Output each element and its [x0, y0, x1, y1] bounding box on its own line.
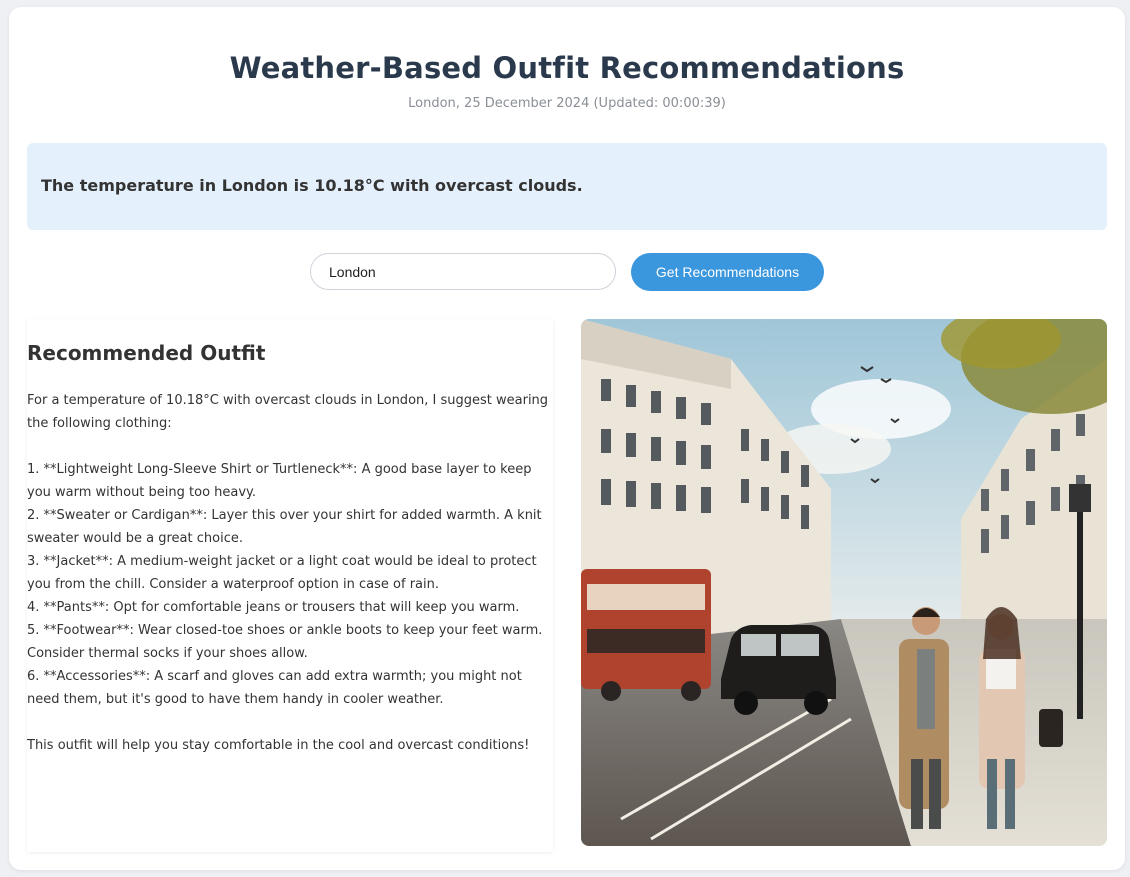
get-recommendations-button[interactable]: Get Recommendations: [631, 253, 824, 291]
outfit-illustration: [581, 319, 1107, 846]
outfit-text: For a temperature of 10.18°C with overca…: [27, 389, 553, 757]
outfit-heading: Recommended Outfit: [27, 341, 266, 365]
outfit-item-5: 5. **Footwear**: Wear closed-toe shoes o…: [27, 623, 543, 661]
page-subtitle: London, 25 December 2024 (Updated: 00:00…: [408, 96, 726, 111]
outfit-item-3: 3. **Jacket**: A medium-weight jacket or…: [27, 554, 537, 592]
page-title: Weather-Based Outfit Recommendations: [229, 51, 905, 85]
london-street-illustration: [581, 319, 1107, 846]
city-input[interactable]: [310, 253, 616, 290]
outfit-item-1: 1. **Lightweight Long-Sleeve Shirt or Tu…: [27, 462, 532, 500]
outfit-closing: This outfit will help you stay comfortab…: [27, 738, 530, 753]
outfit-intro: For a temperature of 10.18°C with overca…: [27, 393, 549, 431]
outfit-item-2: 2. **Sweater or Cardigan**: Layer this o…: [27, 508, 542, 546]
recommended-outfit-panel: Recommended Outfit For a temperature of …: [27, 319, 553, 852]
outfit-item-6: 6. **Accessories**: A scarf and gloves c…: [27, 669, 522, 707]
main-card: Weather-Based Outfit Recommendations Lon…: [9, 7, 1125, 870]
weather-summary-text: The temperature in London is 10.18°C wit…: [41, 176, 583, 195]
weather-summary-box: The temperature in London is 10.18°C wit…: [27, 143, 1107, 230]
outfit-item-4: 4. **Pants**: Opt for comfortable jeans …: [27, 600, 520, 615]
